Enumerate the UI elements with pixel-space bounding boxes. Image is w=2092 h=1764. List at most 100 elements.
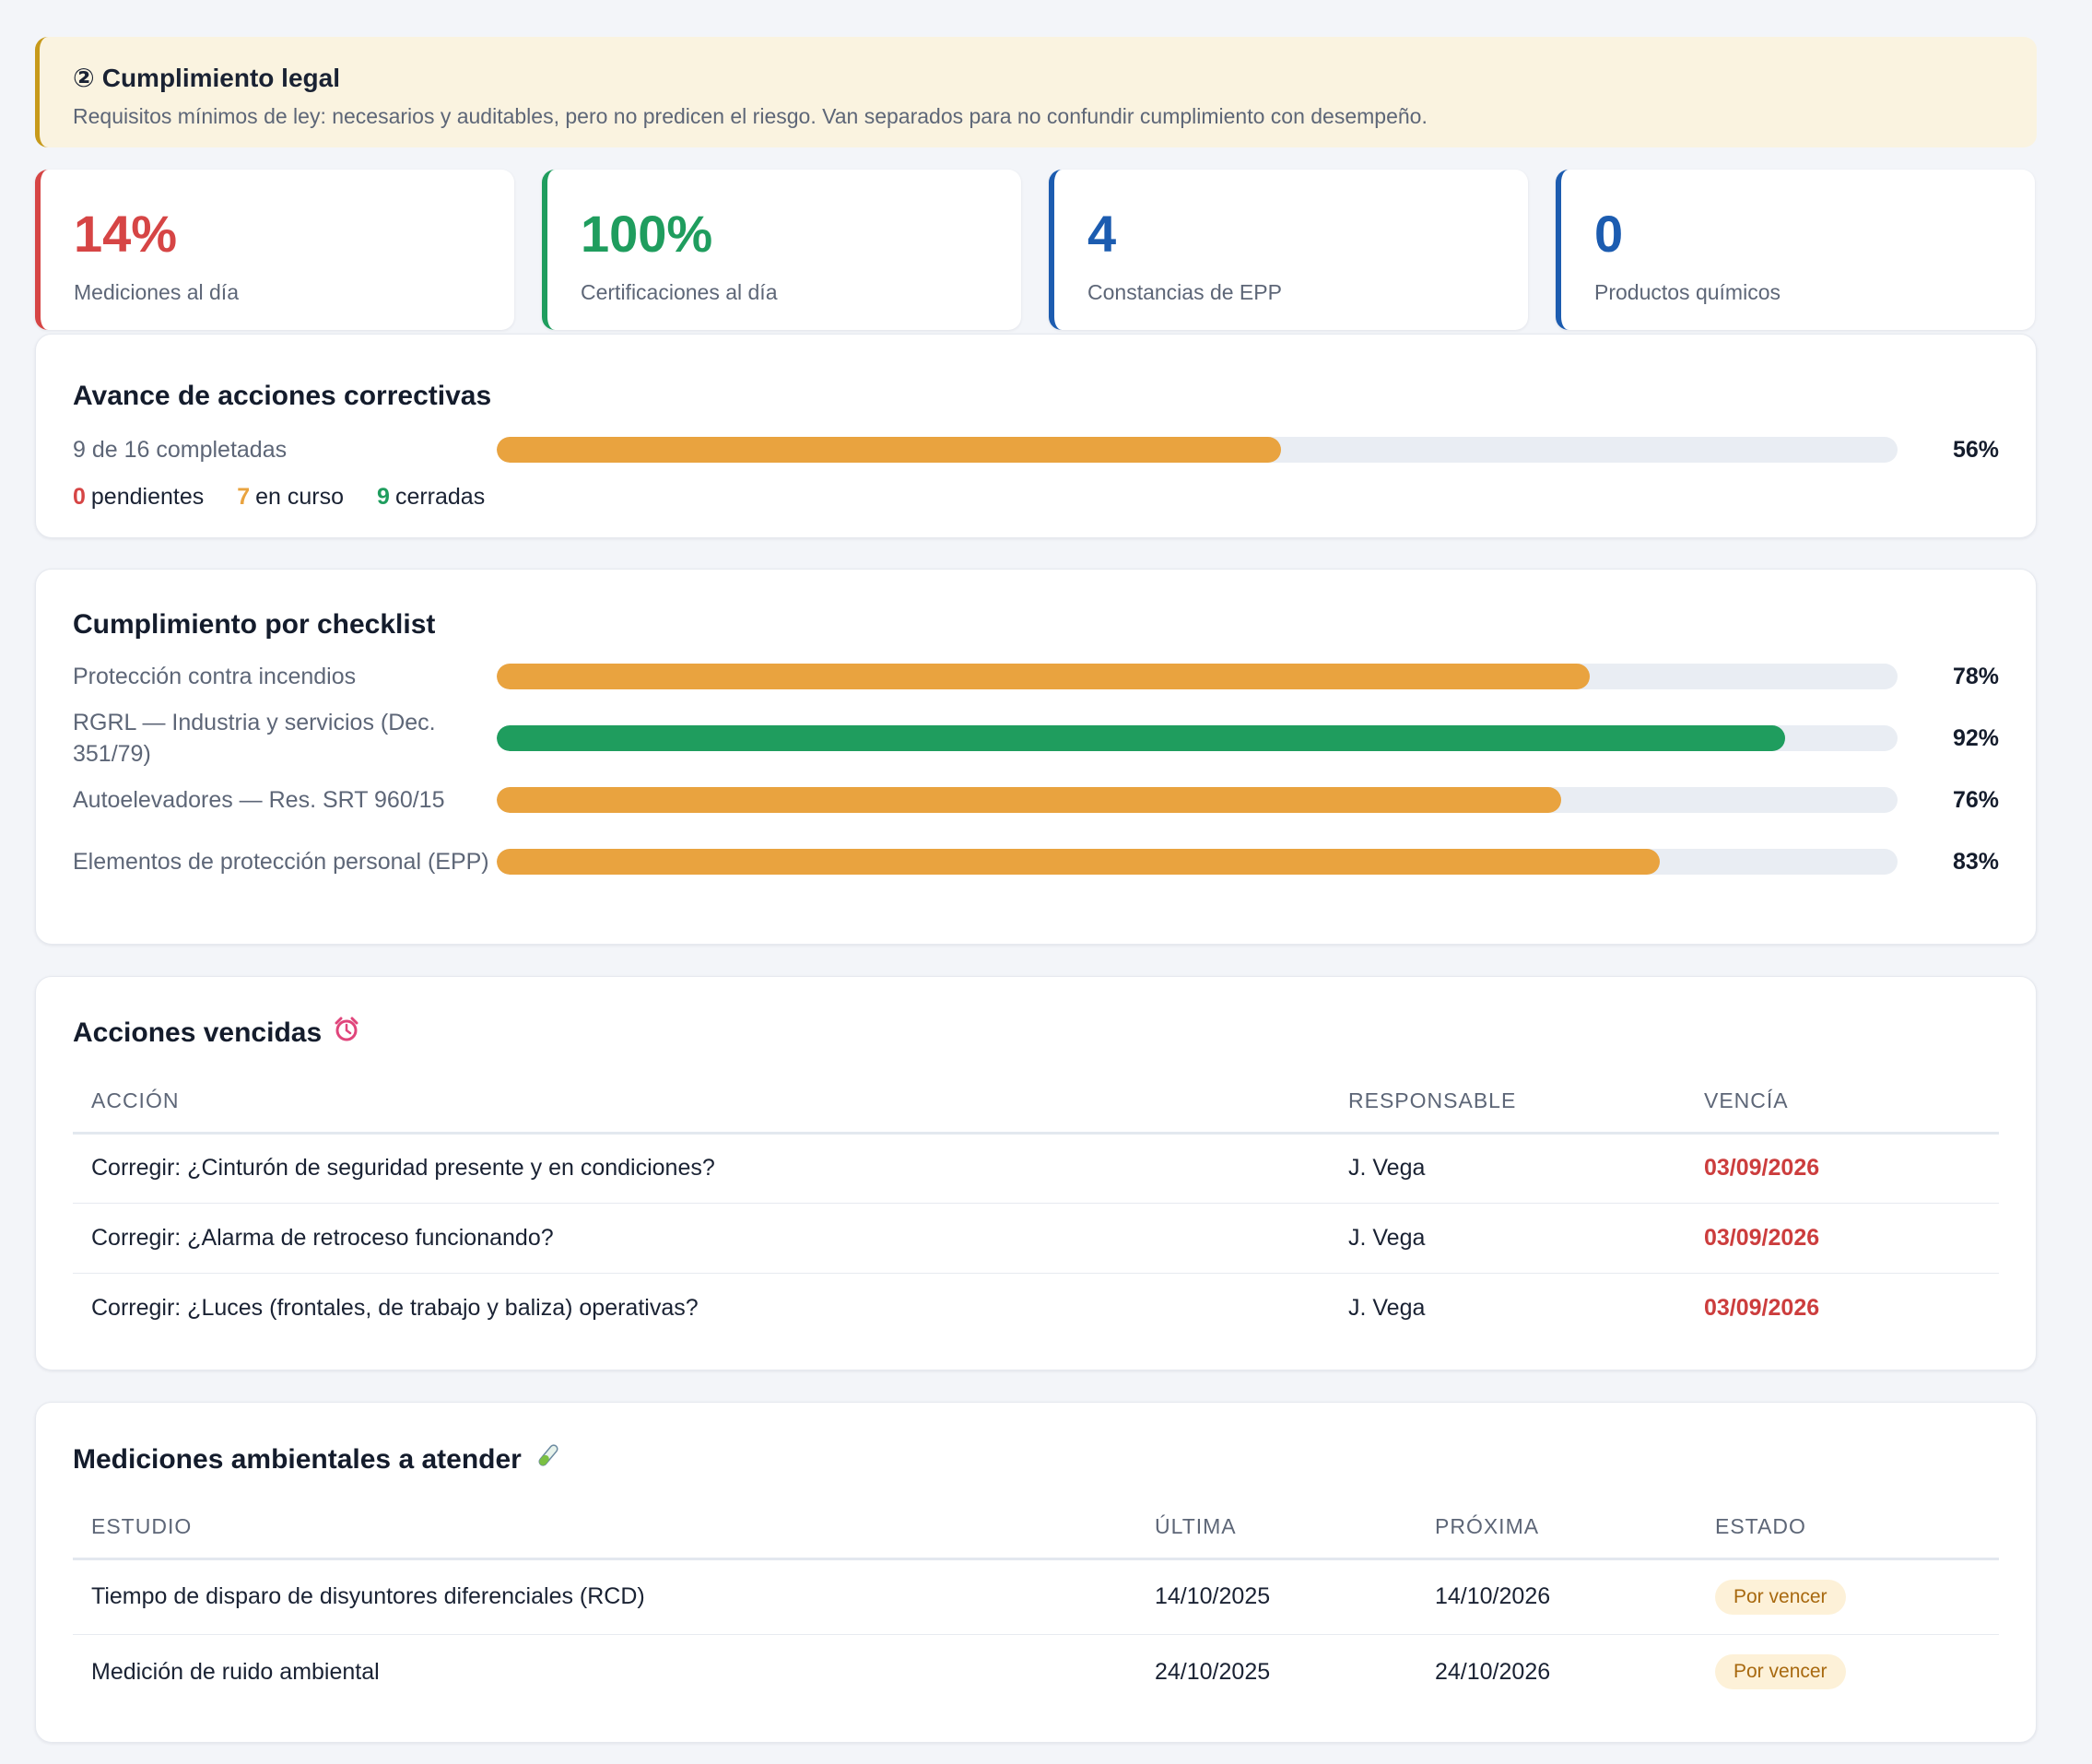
cell-last-date: 24/10/2025	[1155, 1658, 1271, 1685]
checklist-label: RGRL — Industria y servicios (Dec. 351/7…	[73, 710, 436, 767]
measurements-table: ESTUDIO ÚLTIMA PRÓXIMA ESTADO Tiempo de …	[73, 1496, 1999, 1710]
checklist-row: Autoelevadores — Res. SRT 960/15 76%	[73, 779, 1999, 821]
progress-percent: 56%	[1952, 436, 1999, 463]
overdue-table: ACCIÓN RESPONSABLE VENCÍA Corregir: ¿Cin…	[73, 1070, 1999, 1343]
cell-due-date: 03/09/2026	[1686, 1133, 1999, 1204]
progress-fill	[496, 849, 1660, 875]
checklist-list: Protección contra incendios 78% RGRL — I…	[73, 655, 1999, 899]
card-title: Mediciones ambientales a atender	[73, 1441, 1999, 1477]
progress-track	[496, 787, 1898, 813]
progress-percent: 92%	[1952, 724, 1999, 751]
kpi-card-epp: 4 Constancias de EPP	[1049, 170, 1528, 330]
progress-track	[496, 849, 1898, 875]
cell-due-date: 03/09/2026	[1686, 1203, 1999, 1274]
section-banner: ② Cumplimiento legal Requisitos mínimos …	[35, 37, 2037, 147]
progress-fill	[496, 437, 1282, 463]
checklist-row: Elementos de protección personal (EPP) 8…	[73, 825, 1999, 899]
table-row[interactable]: Corregir: ¿Luces (frontales, de trabajo …	[73, 1273, 1999, 1343]
count-in-progress-value: 7	[237, 484, 251, 510]
cell-owner: J. Vega	[1330, 1203, 1686, 1274]
kpi-value: 0	[1594, 205, 1624, 263]
progress-percent: 76%	[1952, 786, 1999, 813]
progress-track	[496, 664, 1898, 689]
status-badge: Por vencer	[1715, 1579, 1846, 1615]
progress-fill	[496, 664, 1590, 689]
alarm-clock-icon	[333, 1016, 360, 1050]
cell-next-date: 14/10/2026	[1416, 1558, 1697, 1635]
banner-title: ② Cumplimiento legal	[73, 63, 2004, 93]
count-pending: 0 pendientes	[73, 484, 204, 511]
cell-due-date: 03/09/2026	[1704, 1294, 1820, 1321]
progress-percent: 78%	[1952, 663, 1999, 689]
table-header-row: ACCIÓN RESPONSABLE VENCÍA	[73, 1070, 1999, 1135]
card-title: Avance de acciones correctivas	[73, 381, 492, 411]
checklist-label: Autoelevadores — Res. SRT 960/15	[73, 787, 445, 813]
kpi-value: 100%	[581, 205, 713, 263]
count-closed: 9 cerradas	[377, 484, 485, 511]
checklist-card: Cumplimiento por checklist Protección co…	[35, 569, 2037, 945]
banner-description: Requisitos mínimos de ley: necesarios y …	[73, 104, 1428, 128]
count-pending-value: 0	[73, 484, 86, 510]
corrective-actions-card: Avance de acciones correctivas 9 de 16 c…	[35, 334, 2037, 538]
checklist-label: Elementos de protección personal (EPP)	[73, 849, 489, 875]
kpi-value: 4	[1087, 205, 1117, 263]
cell-next-date: 24/10/2026	[1435, 1658, 1551, 1685]
table-header-row: ESTUDIO ÚLTIMA PRÓXIMA ESTADO	[73, 1496, 1999, 1560]
corrective-progress: 9 de 16 completadas 56%	[73, 434, 1999, 465]
progress-fill	[496, 787, 1562, 813]
section-number: ②	[73, 64, 95, 92]
checklist-row: Protección contra incendios 78%	[73, 655, 1999, 698]
cell-owner: J. Vega	[1348, 1294, 1426, 1321]
progress-label: 9 de 16 completadas	[73, 437, 288, 463]
column-header-estado: ESTADO	[1697, 1496, 1999, 1560]
test-tube-icon	[533, 1441, 562, 1477]
kpi-card-certificaciones: 100% Certificaciones al día	[542, 170, 1021, 330]
status-counts: 0 pendientes 7 en curso 9 cerradas	[73, 484, 1999, 511]
column-header-estudio: ESTUDIO	[73, 1496, 1136, 1560]
progress-track	[496, 437, 1898, 463]
cell-study: Medición de ruido ambiental	[91, 1658, 380, 1685]
cell-study: Tiempo de disparo de disyuntores diferen…	[73, 1558, 1136, 1635]
count-in-progress: 7 en curso	[237, 484, 344, 511]
cell-status: Por vencer	[1697, 1634, 1999, 1710]
column-header-ultima: ÚLTIMA	[1136, 1496, 1416, 1560]
kpi-label: Constancias de EPP	[1087, 280, 1282, 304]
count-pending-label: pendientes	[90, 484, 205, 510]
card-title-text: Mediciones ambientales a atender	[73, 1443, 522, 1475]
cell-owner: J. Vega	[1330, 1133, 1686, 1204]
column-header-responsable: RESPONSABLE	[1330, 1070, 1686, 1135]
count-closed-label: cerradas	[394, 484, 486, 510]
table-row[interactable]: Medición de ruido ambiental 24/10/2025 2…	[73, 1634, 1999, 1710]
card-title-text: Acciones vencidas	[73, 1017, 323, 1048]
progress-percent: 83%	[1952, 848, 1999, 875]
kpi-label: Productos químicos	[1594, 280, 1781, 304]
cell-status: Por vencer	[1697, 1558, 1999, 1635]
kpi-card-mediciones: 14% Mediciones al día	[35, 170, 514, 330]
dashboard: ② Cumplimiento legal Requisitos mínimos …	[35, 37, 2037, 1743]
table-row[interactable]: Corregir: ¿Alarma de retroceso funcionan…	[73, 1203, 1999, 1274]
banner-title-text: Cumplimiento legal	[101, 63, 340, 92]
card-title: Acciones vencidas	[73, 1016, 1999, 1050]
progress-fill	[496, 725, 1786, 751]
progress-track	[496, 725, 1898, 751]
column-header-accion: ACCIÓN	[73, 1070, 1330, 1135]
card-title: Cumplimiento por checklist	[73, 609, 436, 640]
cell-action: Corregir: ¿Cinturón de seguridad present…	[73, 1133, 1330, 1204]
table-row[interactable]: Tiempo de disparo de disyuntores diferen…	[73, 1558, 1999, 1635]
count-in-progress-label: en curso	[255, 484, 345, 510]
kpi-card-quimicos: 0 Productos químicos	[1556, 170, 2035, 330]
checklist-row: RGRL — Industria y servicios (Dec. 351/7…	[73, 701, 1999, 775]
count-closed-value: 9	[377, 484, 390, 510]
kpi-value: 14%	[74, 205, 178, 263]
measurements-card: Mediciones ambientales a atender ESTUDIO…	[35, 1402, 2037, 1743]
cell-action: Corregir: ¿Alarma de retroceso funcionan…	[73, 1203, 1330, 1274]
kpi-row: 14% Mediciones al día 100% Certificacion…	[35, 170, 2037, 330]
cell-last-date: 14/10/2025	[1136, 1558, 1416, 1635]
overdue-actions-card: Acciones vencidas ACCIÓN RESPONSABLE VEN…	[35, 976, 2037, 1370]
cell-action: Corregir: ¿Luces (frontales, de trabajo …	[91, 1294, 699, 1321]
status-badge: Por vencer	[1715, 1654, 1846, 1690]
table-row[interactable]: Corregir: ¿Cinturón de seguridad present…	[73, 1133, 1999, 1204]
kpi-label: Mediciones al día	[74, 280, 239, 304]
column-header-vencia: VENCÍA	[1686, 1070, 1999, 1135]
checklist-label: Protección contra incendios	[73, 664, 357, 689]
